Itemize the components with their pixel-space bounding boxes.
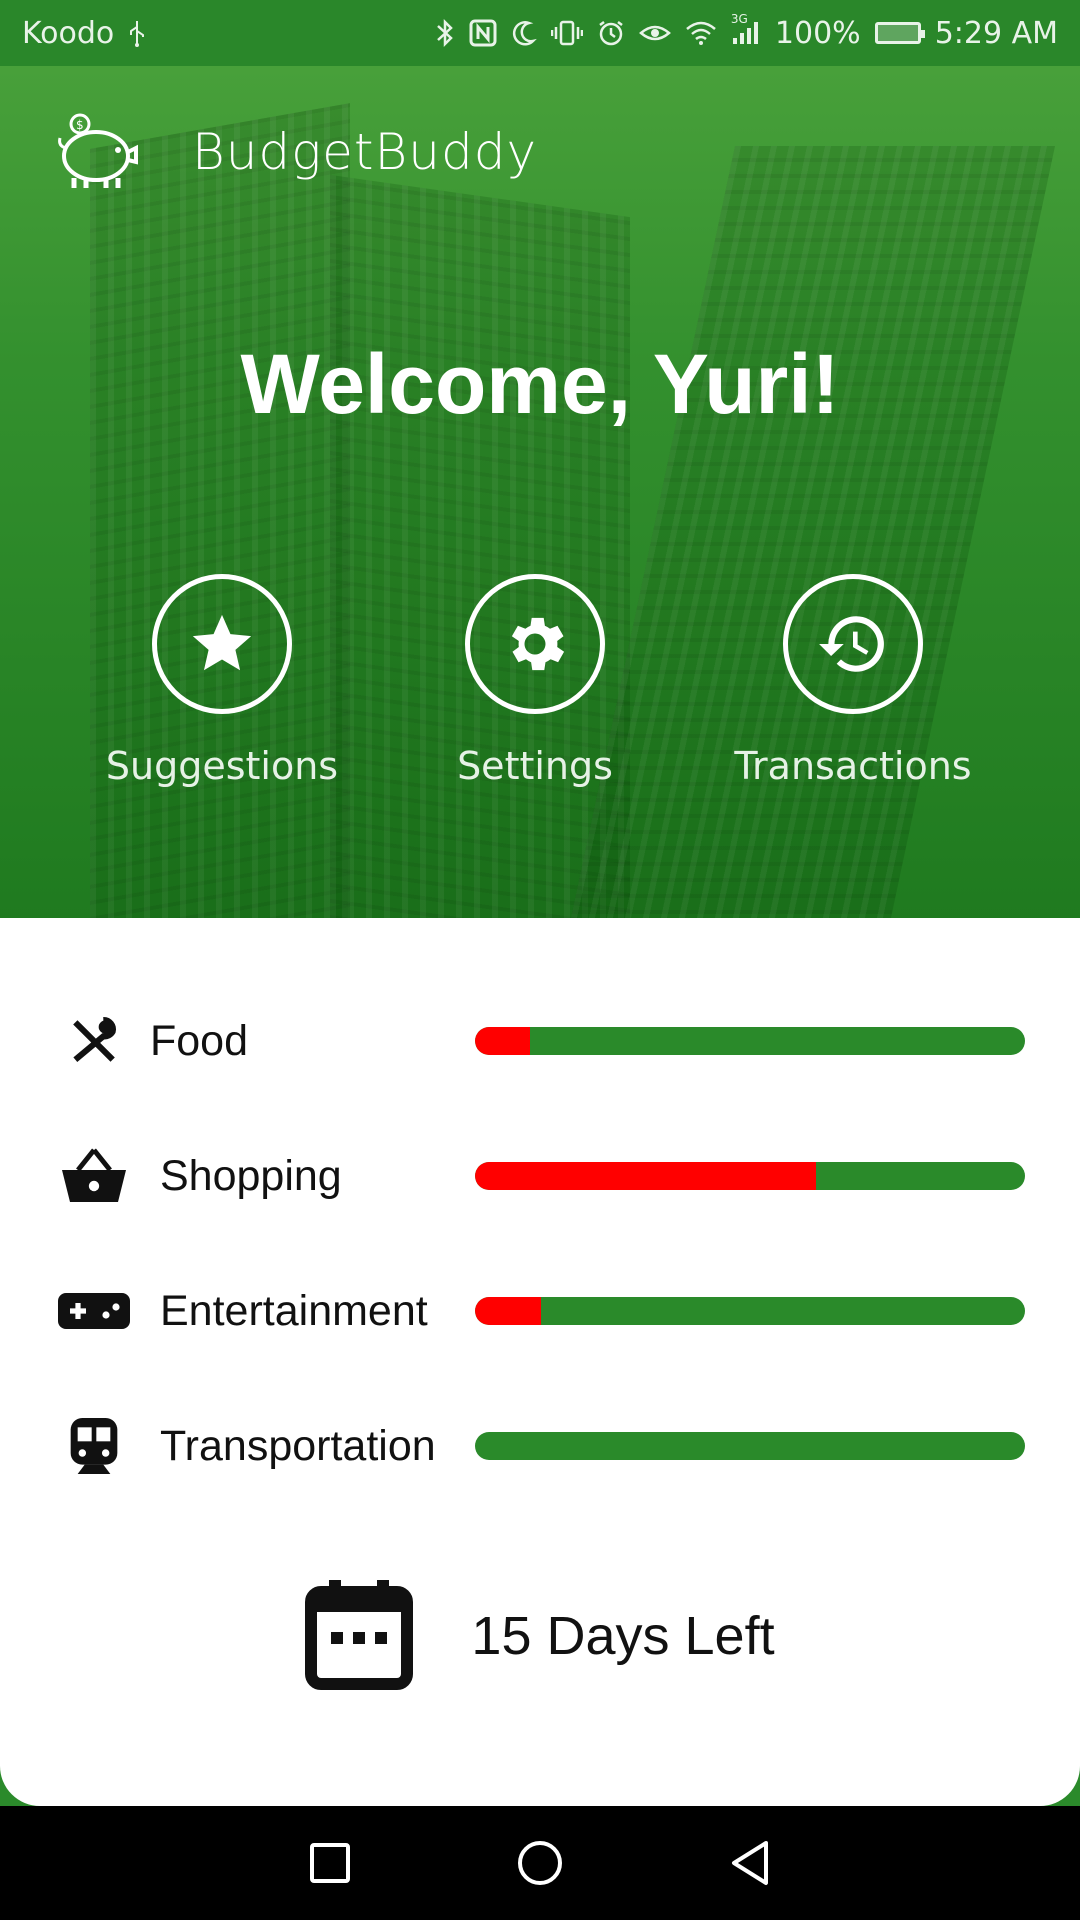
battery-icon [874, 22, 925, 44]
settings-button[interactable]: Settings [395, 574, 675, 788]
back-button[interactable] [720, 1833, 780, 1893]
budget-bar-food [475, 1027, 1025, 1055]
category-label: Shopping [160, 1151, 342, 1200]
svg-text:$: $ [76, 118, 84, 132]
background-building [564, 146, 1056, 926]
clock: 5:29 AM [934, 15, 1058, 51]
wifi-icon [685, 20, 717, 46]
recents-button[interactable] [300, 1833, 360, 1893]
nfc-icon [469, 19, 497, 47]
category-label: Entertainment [160, 1286, 428, 1335]
app-title: BudgetBuddy [192, 123, 538, 181]
settings-label: Settings [457, 744, 613, 788]
network-type-label: 3G [730, 12, 748, 26]
category-row-entertainment[interactable]: Entertainment [0, 1276, 1080, 1346]
calendar-icon [305, 1576, 414, 1696]
spent-fill [475, 1297, 541, 1325]
train-icon [58, 1416, 130, 1476]
budget-bar-shopping [475, 1162, 1025, 1190]
eye-icon [638, 21, 671, 45]
battery-percent: 100% [774, 15, 861, 51]
alarm-icon [597, 19, 625, 47]
history-icon [819, 616, 884, 672]
transactions-label: Transactions [734, 744, 972, 788]
transactions-circle [783, 574, 923, 714]
days-left-text: 15 Days Left [471, 1606, 775, 1666]
gear-icon [511, 617, 565, 671]
category-row-food[interactable]: Food [0, 1006, 1080, 1076]
days-left: 15 Days Left [0, 1576, 1080, 1696]
category-row-shopping[interactable]: Shopping [0, 1141, 1080, 1211]
logo-row: $ BudgetBuddy [52, 108, 537, 196]
transactions-button[interactable]: Transactions [713, 574, 993, 788]
circle-icon [518, 1841, 562, 1885]
suggestions-circle [152, 574, 292, 714]
settings-circle [465, 574, 605, 714]
gamepad-icon [58, 1281, 130, 1341]
triangle-back-icon [732, 1841, 768, 1885]
spent-fill [475, 1162, 816, 1190]
square-icon [310, 1843, 350, 1883]
category-label: Food [150, 1016, 249, 1065]
budget-bar-transportation [475, 1432, 1025, 1460]
budget-bar-entertainment [475, 1297, 1025, 1325]
bluetooth-icon [435, 18, 455, 48]
suggestions-label: Suggestions [105, 744, 339, 788]
background-building [330, 174, 630, 926]
piggy-bank-icon: $ [52, 108, 140, 196]
background-building [90, 103, 350, 926]
spent-fill [475, 1027, 530, 1055]
usb-icon [128, 19, 146, 47]
carrier-label: Koodo [22, 15, 115, 51]
fork-spoon-icon [58, 1011, 130, 1071]
basket-icon [58, 1146, 130, 1206]
suggestions-button[interactable]: Suggestions [82, 574, 362, 788]
moon-icon [511, 19, 537, 47]
home-button[interactable] [510, 1833, 570, 1893]
signal-icon: 3G [731, 12, 761, 46]
category-row-transportation[interactable]: Transportation [0, 1411, 1080, 1481]
hero-header: $ BudgetBuddy Welcome, Yuri! Suggestions… [0, 66, 1080, 926]
status-bar: Koodo 3G 100% 5:29 AM [0, 0, 1080, 66]
welcome-message: Welcome, Yuri! [240, 337, 840, 431]
star-icon [192, 614, 252, 671]
vibrate-icon [550, 19, 583, 47]
budget-card: Food Shopping Entertainment Transportati… [0, 918, 1080, 1806]
system-nav-bar [0, 1806, 1080, 1920]
category-label: Transportation [160, 1421, 436, 1470]
